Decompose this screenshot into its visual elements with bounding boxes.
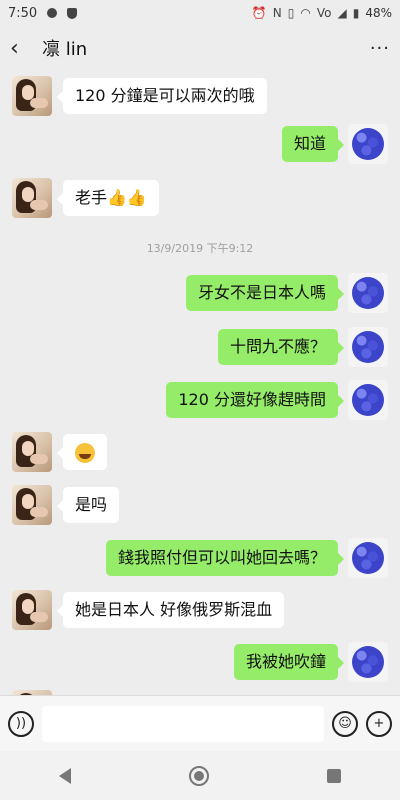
chat-message-list[interactable]: 120 分鐘是可以兩次的哦 知道 老手👍👍 13/9/2019 下午9:12 牙… bbox=[0, 70, 400, 695]
avatar[interactable] bbox=[348, 327, 388, 367]
message-bubble[interactable]: 牙女不是日本人嗎 bbox=[185, 275, 345, 311]
nav-back-icon[interactable] bbox=[59, 767, 71, 784]
avatar[interactable] bbox=[348, 538, 388, 578]
nav-home-icon[interactable] bbox=[189, 765, 209, 786]
status-right: ⏰ N ▯ ◠ Vo ◢ ▮ 48% bbox=[252, 6, 392, 20]
message-row: 她是日本人 好像俄罗斯混血 bbox=[0, 590, 400, 634]
emoji-icon[interactable]: ☺ bbox=[332, 710, 358, 737]
status-bar: 7:50 ⏰ N ▯ ◠ Vo ◢ ▮ 48% bbox=[0, 0, 400, 26]
message-row: 十問九不應？ bbox=[0, 327, 400, 371]
battery-percent: 48% bbox=[365, 6, 392, 20]
message-row: 錢我照付但可以叫她回去嗎？ bbox=[0, 538, 400, 582]
laughing-crying-emoji-icon bbox=[75, 442, 95, 463]
message-row: 老手👍👍 bbox=[0, 178, 400, 222]
avatar[interactable] bbox=[348, 380, 388, 420]
back-icon[interactable]: ‹ bbox=[10, 36, 34, 61]
message-row: 120 分鐘是可以兩次的哦 bbox=[0, 76, 400, 120]
shield-icon bbox=[67, 7, 78, 19]
message-bubble[interactable]: 120 分鐘是可以兩次的哦 bbox=[57, 78, 267, 114]
message-row: 是吗 bbox=[0, 485, 400, 529]
alarm-icon: ⏰ bbox=[251, 6, 267, 20]
status-time: 7:50 bbox=[8, 5, 38, 21]
chat-header: ‹ 凛 lin ··· bbox=[0, 26, 400, 70]
status-left: 7:50 bbox=[8, 5, 78, 21]
system-navigation-bar bbox=[0, 751, 400, 800]
volte-label: Vo bbox=[316, 6, 332, 20]
vibrate-icon: ▯ bbox=[287, 6, 295, 20]
message-bubble[interactable]: 她是日本人 好像俄罗斯混血 bbox=[56, 592, 285, 628]
voice-icon[interactable]: )) bbox=[8, 710, 34, 737]
message-input-bar: )) ☺ + bbox=[0, 695, 400, 751]
message-bubble[interactable]: 120 分還好像趕時間 bbox=[166, 382, 344, 418]
message-bubble[interactable]: 錢我照付但可以叫她回去嗎？ bbox=[105, 540, 345, 576]
message-bubble[interactable]: 我被她吹鐘 bbox=[233, 644, 345, 680]
message-bubble[interactable]: 知道 bbox=[281, 126, 345, 162]
avatar[interactable] bbox=[12, 76, 52, 116]
wifi-icon: ◠ bbox=[300, 6, 311, 20]
nav-recent-apps-icon[interactable] bbox=[327, 768, 341, 783]
chat-title: 凛 lin bbox=[42, 39, 88, 60]
message-bubble[interactable]: 老手👍👍 bbox=[57, 180, 159, 216]
avatar[interactable] bbox=[12, 178, 52, 218]
message-row: 120 分還好像趕時間 bbox=[0, 380, 400, 424]
battery-icon: ▮ bbox=[352, 6, 360, 20]
signal-icon: ◢ bbox=[337, 6, 347, 20]
message-bubble[interactable] bbox=[57, 434, 107, 470]
more-options-icon[interactable]: ··· bbox=[370, 38, 390, 59]
plus-icon[interactable]: + bbox=[366, 710, 392, 737]
avatar[interactable] bbox=[12, 590, 52, 630]
message-row bbox=[0, 432, 400, 476]
nfc-icon: N bbox=[272, 6, 282, 20]
message-row: 我被她吹鐘 bbox=[0, 642, 400, 686]
message-bubble[interactable]: 十問九不應？ bbox=[217, 329, 345, 365]
avatar[interactable] bbox=[12, 432, 52, 472]
timestamp: 13/9/2019 下午9:12 bbox=[146, 242, 254, 255]
message-bubble[interactable]: 是吗 bbox=[56, 487, 120, 523]
avatar[interactable] bbox=[348, 124, 388, 164]
message-input[interactable] bbox=[42, 705, 324, 742]
notification-dot-icon bbox=[47, 8, 58, 18]
message-row: 牙女不是日本人嗎 bbox=[0, 273, 400, 317]
message-row: 知道 bbox=[0, 124, 400, 168]
avatar[interactable] bbox=[348, 642, 388, 682]
avatar[interactable] bbox=[12, 485, 52, 525]
avatar[interactable] bbox=[348, 273, 388, 313]
